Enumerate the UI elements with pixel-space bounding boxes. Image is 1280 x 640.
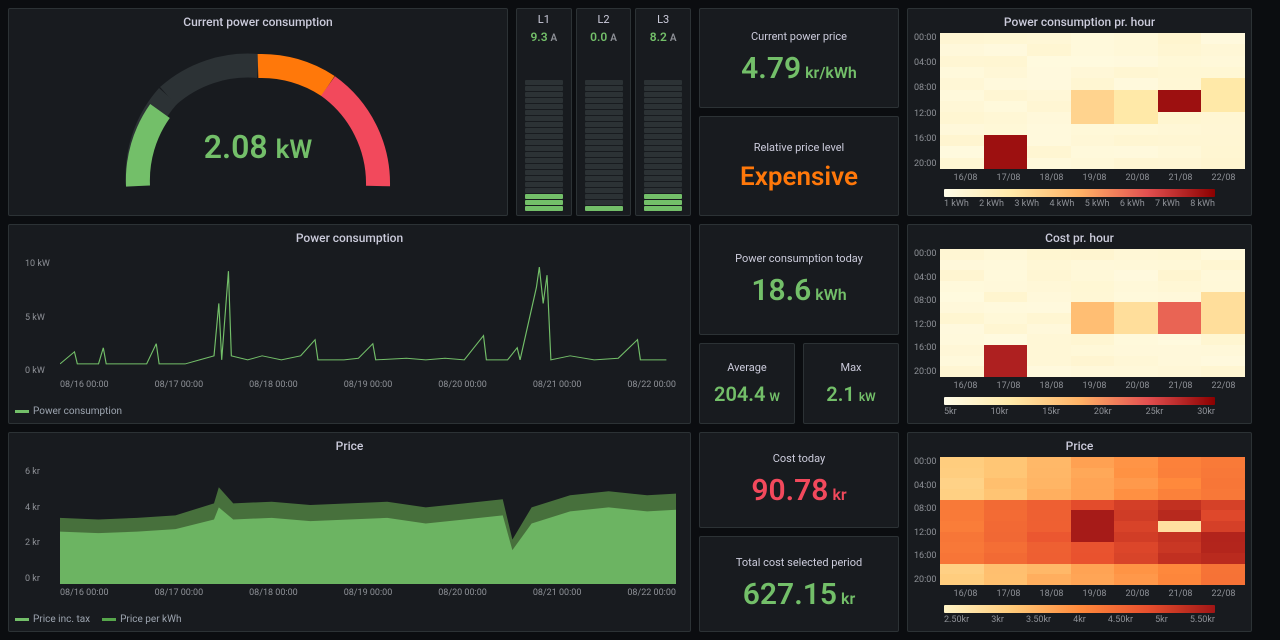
heatmap-power[interactable]: Power consumption pr. hour 00:0004:0008:… (907, 8, 1252, 216)
legend-item[interactable]: Price inc. tax (15, 614, 90, 625)
stats-column-2: Power consumption today 18.6kWh Average … (699, 224, 899, 424)
heatmap-cost[interactable]: Cost pr. hour 00:0004:0008:0012:0016:002… (907, 224, 1252, 424)
stat-price[interactable]: Current power price 4.79kr/kWh (699, 8, 899, 108)
legend-item[interactable]: Price per kWh (102, 614, 181, 625)
stat-consumption-today[interactable]: Power consumption today 18.6kWh (699, 224, 899, 335)
heatmap-price[interactable]: Price 00:0004:0008:0012:0016:0020:00 16/… (907, 432, 1252, 632)
stat-cost-today[interactable]: Cost today 90.78kr (699, 432, 899, 528)
phase-L3[interactable]: L3 8.2 A (635, 8, 691, 216)
gauge: 2.08 kW (15, 33, 501, 209)
chart-price[interactable]: Price 6 kr4 kr2 kr0 kr 08/16 00:0008/17 … (8, 432, 691, 632)
gauge-panel[interactable]: Current power consumption 2.08 kW (8, 8, 508, 216)
chart-power-consumption[interactable]: Power consumption 10 kW5 kW0 kW 08/16 00… (8, 224, 691, 424)
stats-column-3: Cost today 90.78kr Total cost selected p… (699, 432, 899, 632)
stat-max[interactable]: Max 2.1kW (803, 343, 899, 424)
stat-relative-price[interactable]: Relative price level Expensive (699, 116, 899, 216)
stat-average[interactable]: Average 204.4W (699, 343, 795, 424)
stats-column-1: Current power price 4.79kr/kWh Relative … (699, 8, 899, 216)
panel-title: Current power consumption (15, 15, 501, 29)
stat-cost-total[interactable]: Total cost selected period 627.15kr (699, 536, 899, 632)
phase-L1[interactable]: L1 9.3 A (516, 8, 572, 216)
legend-item[interactable]: Power consumption (15, 406, 122, 417)
phase-bars: L1 9.3 A L2 0.0 A L3 8.2 A (516, 8, 691, 216)
gauge-value: 2.08 kW (204, 128, 312, 166)
phase-L2[interactable]: L2 0.0 A (576, 8, 632, 216)
